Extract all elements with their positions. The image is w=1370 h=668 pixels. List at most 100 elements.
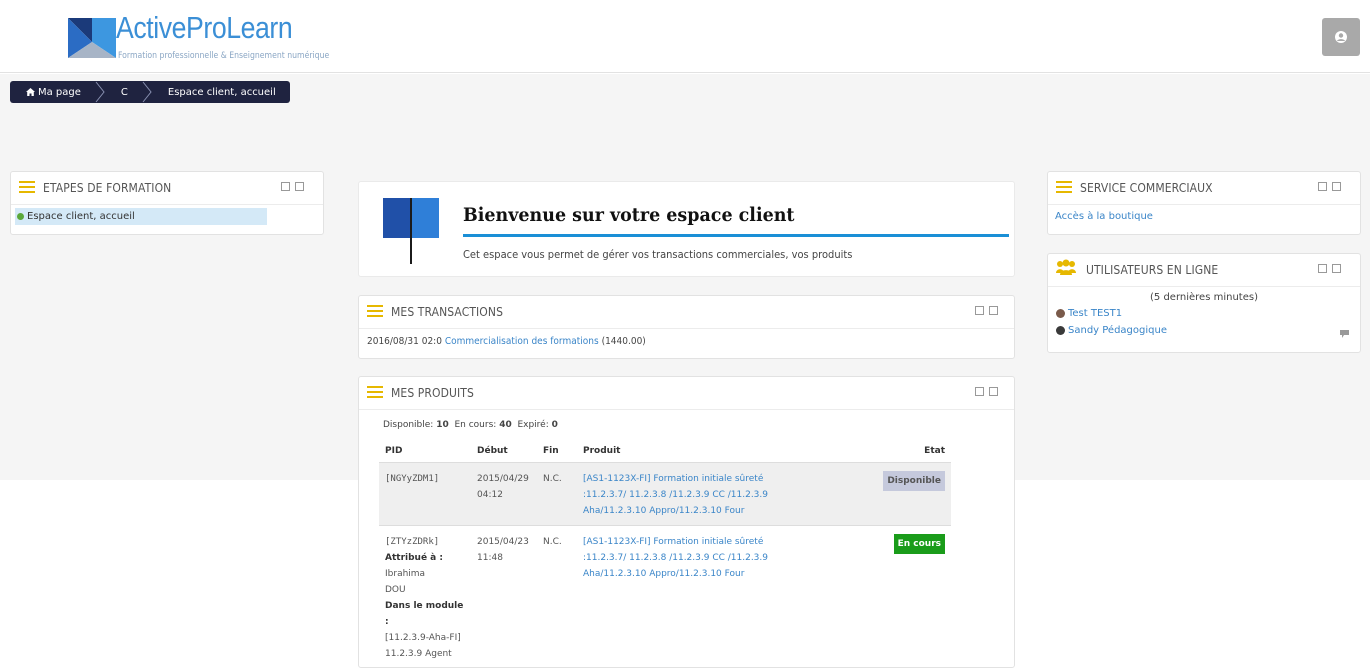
logo-subtitle: Formation professionnelle & Enseignement… xyxy=(118,51,329,61)
etapes-item-label: Espace client, accueil xyxy=(27,211,135,222)
produits-table: PID Début Fin Produit Etat [NGYyZDM1] 20… xyxy=(379,440,951,668)
cell-fin: N.C. xyxy=(537,526,577,668)
cell-debut: 2015/04/29 04:12 xyxy=(471,463,537,526)
user-avatar xyxy=(1056,326,1065,335)
online-user-name[interactable]: Sandy Pédagogique xyxy=(1068,325,1167,336)
debut-time: 11:48 xyxy=(477,550,531,566)
produits-summary: Disponible: 10 En cours: 40 Expiré: 0 xyxy=(383,420,558,430)
module-line: 11.2.3.9 Agent xyxy=(385,646,465,662)
col-debut: Début xyxy=(471,440,537,463)
status-badge-disponible: Disponible xyxy=(883,471,945,491)
dock-icon[interactable] xyxy=(295,182,304,191)
check-icon xyxy=(17,213,24,220)
cell-produit[interactable]: [AS1-1123X-FI] Formation initiale sûreté… xyxy=(577,526,859,668)
minimize-icon[interactable] xyxy=(975,306,984,315)
welcome-text: Cet espace vous permet de gérer vos tran… xyxy=(463,248,852,261)
dock-icon[interactable] xyxy=(989,387,998,396)
attribue-line: DOU xyxy=(385,582,465,598)
menu-icon xyxy=(19,181,35,193)
pid-value: [ZTYzZDRk] xyxy=(385,534,465,550)
breadcrumb-item-current: Espace client, accueil xyxy=(152,81,290,103)
summary-expire-value: 0 xyxy=(552,420,558,430)
minimize-icon[interactable] xyxy=(975,387,984,396)
menu-icon xyxy=(367,305,383,317)
user-avatar-icon xyxy=(1334,30,1348,44)
menu-icon xyxy=(367,386,383,398)
block-title: MES TRANSACTIONS xyxy=(391,305,503,319)
table-row: [ZTYzZDRk] Attribué à : Ibrahima DOU Dan… xyxy=(379,526,951,668)
breadcrumb-label: Ma page xyxy=(38,87,81,98)
site-header: ActiveProLearn Formation professionnelle… xyxy=(0,0,1370,73)
breadcrumb-item-c[interactable]: C xyxy=(105,81,142,103)
dock-icon[interactable] xyxy=(1332,264,1341,273)
welcome-title: Bienvenue sur votre espace client xyxy=(463,204,795,226)
produit-link-line[interactable]: [AS1-1123X-FI] Formation initiale sûreté xyxy=(583,471,853,487)
logo-mark-icon xyxy=(68,12,116,60)
breadcrumb-label: Espace client, accueil xyxy=(168,87,276,98)
shop-link[interactable]: Accès à la boutique xyxy=(1055,211,1153,222)
block-title: ETAPES DE FORMATION xyxy=(43,181,171,195)
message-icon[interactable] xyxy=(1340,330,1349,338)
cell-fin: N.C. xyxy=(537,463,577,526)
breadcrumb-label: C xyxy=(121,87,128,98)
col-pid: PID xyxy=(379,440,471,463)
debut-time: 04:12 xyxy=(477,487,531,503)
transaction-link[interactable]: Commercialisation des formations xyxy=(445,336,599,347)
online-user[interactable]: Sandy Pédagogique xyxy=(1056,325,1167,336)
produit-link-line[interactable]: [AS1-1123X-FI] Formation initiale sûreté xyxy=(583,534,853,550)
block-header: MES PRODUITS xyxy=(359,377,1014,410)
chevron-right-icon xyxy=(142,81,152,103)
status-badge-en-cours: En cours xyxy=(894,534,945,554)
dock-icon[interactable] xyxy=(1332,182,1341,191)
cell-produit[interactable]: [AS1-1123X-FI] Formation initiale sûreté… xyxy=(577,463,859,526)
produit-link-line[interactable]: :11.2.3.7/ 11.2.3.8 /11.2.3.9 CC /11.2.3… xyxy=(583,487,853,503)
minimize-icon[interactable] xyxy=(281,182,290,191)
summary-encours-label: En cours: xyxy=(454,420,496,430)
table-header-row: PID Début Fin Produit Etat xyxy=(379,440,951,463)
welcome-divider xyxy=(463,234,1009,237)
breadcrumb-item-home[interactable]: Ma page xyxy=(10,81,95,103)
module-label: Dans le module : xyxy=(385,598,465,630)
block-title: SERVICE COMMERCIAUX xyxy=(1080,181,1213,195)
module-line: [11.2.3.9-Aha-FI] xyxy=(385,630,465,646)
minimize-icon[interactable] xyxy=(1318,264,1327,273)
cell-etat: Disponible xyxy=(859,463,951,526)
produit-link-line[interactable]: :11.2.3.7/ 11.2.3.8 /11.2.3.9 CC /11.2.3… xyxy=(583,550,853,566)
cell-pid: [ZTYzZDRk] Attribué à : Ibrahima DOU Dan… xyxy=(379,526,471,668)
block-header: MES TRANSACTIONS xyxy=(359,296,1014,329)
transaction-amount: (1440.00) xyxy=(602,336,646,347)
online-user-name[interactable]: Test TEST1 xyxy=(1068,308,1122,319)
produit-link-line[interactable]: Aha/11.2.3.10 Appro/11.2.3.10 Four xyxy=(583,503,853,519)
breadcrumb: Ma page C Espace client, accueil xyxy=(10,81,290,103)
col-etat: Etat xyxy=(859,440,951,463)
online-user[interactable]: Test TEST1 xyxy=(1056,308,1122,319)
transactions-block: MES TRANSACTIONS 2016/08/31 02:0 Commerc… xyxy=(358,295,1015,359)
table-row: [NGYyZDM1] 2015/04/29 04:12 N.C. [AS1-11… xyxy=(379,463,951,526)
cell-debut: 2015/04/23 11:48 xyxy=(471,526,537,668)
summary-expire-label: Expiré: xyxy=(517,420,548,430)
attribue-label: Attribué à : xyxy=(385,550,465,566)
summary-encours-value: 40 xyxy=(499,420,512,430)
col-fin: Fin xyxy=(537,440,577,463)
online-users-block: UTILISATEURS EN LIGNE (5 dernières minut… xyxy=(1047,253,1361,353)
service-block: SERVICE COMMERCIAUX Accès à la boutique xyxy=(1047,171,1361,235)
cell-etat: En cours xyxy=(859,526,951,668)
user-menu-button[interactable] xyxy=(1322,18,1360,56)
welcome-block: Bienvenue sur votre espace client Cet es… xyxy=(358,181,1015,277)
attribue-line: Ibrahima xyxy=(385,566,465,582)
block-header: ETAPES DE FORMATION xyxy=(11,172,323,205)
minimize-icon[interactable] xyxy=(1318,182,1327,191)
chevron-right-icon xyxy=(95,81,105,103)
col-produit: Produit xyxy=(577,440,859,463)
produits-block: MES PRODUITS Disponible: 10 En cours: 40… xyxy=(358,376,1015,668)
etapes-item[interactable]: Espace client, accueil xyxy=(15,208,267,225)
transaction-date: 2016/08/31 02:0 xyxy=(367,336,442,347)
user-avatar xyxy=(1056,309,1065,318)
online-subtitle: (5 dernières minutes) xyxy=(1048,292,1360,303)
pid-value: [NGYyZDM1] xyxy=(385,474,439,484)
logo-title[interactable]: ActiveProLearn xyxy=(116,10,292,46)
dock-icon[interactable] xyxy=(989,306,998,315)
produit-link-line[interactable]: Aha/11.2.3.10 Appro/11.2.3.10 Four xyxy=(583,566,853,582)
menu-icon xyxy=(1056,181,1072,193)
block-header: SERVICE COMMERCIAUX xyxy=(1048,172,1360,205)
